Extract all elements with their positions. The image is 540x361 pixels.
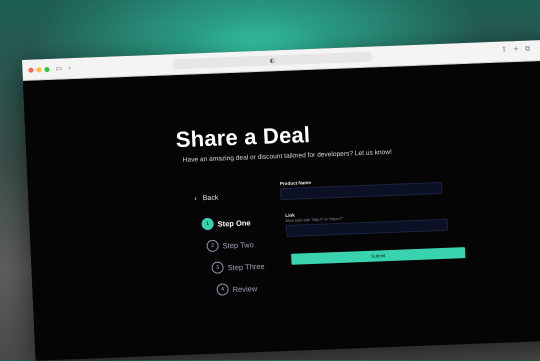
step-review[interactable]: 4 Review: [216, 282, 257, 296]
link-label: Link: [285, 212, 295, 218]
new-tab-icon[interactable]: +: [513, 45, 519, 54]
page-title: Share a Deal: [175, 122, 311, 153]
back-chevron-icon[interactable]: ‹: [68, 64, 71, 72]
minimize-window-button[interactable]: [36, 66, 42, 72]
step-two[interactable]: 2 Step Two: [206, 238, 254, 253]
step-number-badge: 4: [216, 283, 229, 296]
shield-icon: ◐: [269, 56, 276, 64]
step-label: Step Two: [222, 239, 254, 250]
step-label: Step One: [217, 217, 251, 229]
step-one[interactable]: 1 Step One: [201, 216, 251, 231]
step-number-badge: 3: [211, 261, 224, 274]
back-label: Back: [202, 194, 219, 203]
product-name-label: Product Name: [279, 179, 312, 187]
step-label: Step Three: [227, 261, 265, 272]
browser-window: ▭ ‹ ◐ ⇪ + ⧉ Share a Deal Have an amazing…: [22, 39, 540, 361]
submit-button[interactable]: Submit: [291, 247, 466, 265]
toolbar-actions: ⇪ + ⧉: [501, 44, 530, 54]
share-icon[interactable]: ⇪: [501, 45, 507, 54]
step-three[interactable]: 3 Step Three: [211, 260, 265, 274]
page-content: Share a Deal Have an amazing deal or dis…: [22, 60, 540, 361]
window-controls: [28, 66, 50, 73]
step-number-badge: 2: [206, 239, 219, 253]
step-number-badge: 1: [201, 217, 214, 231]
back-link[interactable]: ‹ Back: [194, 195, 218, 203]
tabs-icon[interactable]: ⧉: [525, 44, 530, 53]
step-label: Review: [232, 283, 258, 294]
close-window-button[interactable]: [28, 67, 34, 73]
link-hint: Must start with "http://" or "https://": [285, 216, 343, 223]
maximize-window-button[interactable]: [44, 66, 50, 72]
address-bar[interactable]: ◐: [172, 51, 373, 70]
back-chevron-icon: ‹: [194, 195, 197, 203]
sidebar-toggle-icon[interactable]: ▭: [55, 64, 62, 72]
